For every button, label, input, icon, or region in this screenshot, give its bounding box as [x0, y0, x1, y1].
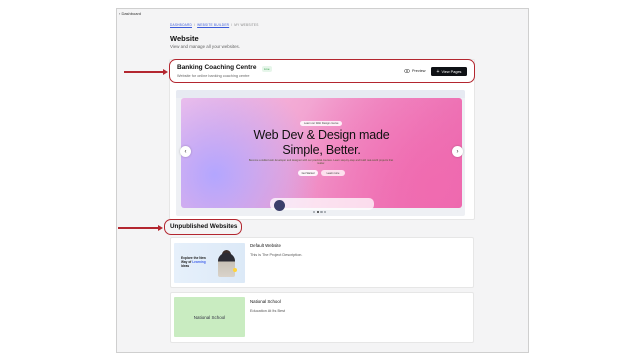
chevron-left-icon: ‹ [184, 148, 187, 155]
unpublished-site-name: Default Website [250, 243, 281, 248]
hero-title-line1: Web Dev & Design made [253, 128, 390, 142]
thumbnail-decoration [233, 268, 237, 272]
page-title: Website [170, 34, 199, 43]
annotation-arrow-icon [118, 225, 163, 231]
page-subtitle: View and manage all your websites. [170, 44, 240, 49]
avatar [274, 200, 285, 211]
thumbnail-label: National School [193, 314, 226, 320]
unpublished-site-description: Education At Its Best [250, 309, 286, 313]
carousel-next-button[interactable]: › [452, 146, 463, 157]
breadcrumb-current: MY WEBSITES [234, 23, 259, 27]
hero-pill: Learn our Web Design course [300, 121, 343, 126]
breadcrumb-website-builder[interactable]: WEBSITE BUILDER [197, 23, 229, 27]
thumbnail-person [218, 253, 235, 277]
hero-get-started-button: Get Started [298, 170, 318, 176]
preview-button[interactable]: Preview [401, 67, 429, 75]
carousel-dot[interactable] [324, 211, 327, 214]
site-thumbnail: National School [174, 297, 245, 337]
carousel-dot[interactable] [320, 211, 323, 214]
preview-browser-bar [176, 90, 465, 98]
carousel-prev-button[interactable]: ‹ [180, 146, 191, 157]
breadcrumb-dashboard[interactable]: DASHBOARD [170, 23, 192, 27]
view-pages-button[interactable]: + View Pages [431, 67, 467, 76]
preview-label: Preview [412, 69, 426, 73]
site-description: Website for online banking coaching cent… [177, 74, 250, 78]
status-badge: Live [262, 66, 272, 72]
thumbnail-headline: Explore the New Way of Learning Ideas [181, 256, 206, 268]
hero-bottom-card [270, 198, 374, 210]
back-to-dashboard-link[interactable]: ‹ Dashboard [119, 11, 141, 16]
carousel-dots [313, 211, 327, 214]
annotation-arrow-icon [124, 69, 168, 75]
site-name: Banking Coaching Centre [177, 64, 257, 71]
hero-title-line2: Simple, Better. [282, 143, 361, 157]
hero-paragraph: Become a skilled web developer and desig… [248, 159, 394, 166]
view-pages-label: View Pages [441, 69, 462, 74]
carousel-dot[interactable] [313, 211, 316, 214]
chevron-right-icon: › [456, 148, 459, 155]
carousel-dot-active[interactable] [316, 211, 319, 214]
breadcrumb: DASHBOARD / WEBSITE BUILDER / MY WEBSITES [170, 23, 259, 27]
unpublished-site-description: This is The Project Description. [250, 253, 303, 257]
unpublished-section-title: Unpublished Websites [170, 223, 238, 230]
hero-learn-more-button: Learn more [321, 170, 345, 176]
eye-icon [404, 68, 410, 74]
unpublished-site-name: National School [250, 299, 281, 304]
plus-icon: + [436, 68, 440, 75]
